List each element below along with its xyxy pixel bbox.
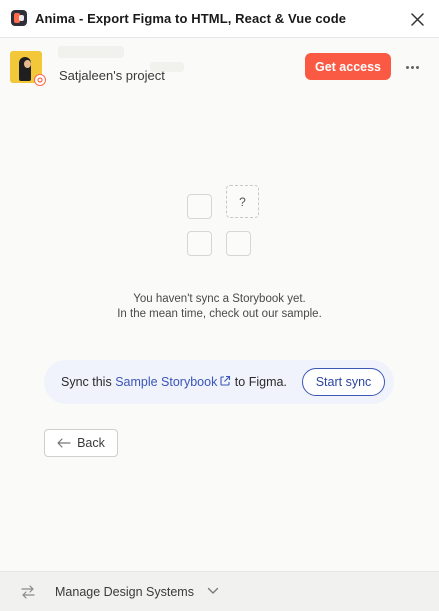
sync-text-prefix: Sync this [61, 375, 116, 389]
sync-text-suffix: to Figma. [231, 375, 287, 389]
settings-badge-icon [34, 74, 46, 86]
back-label: Back [77, 436, 105, 450]
empty-state-message: You haven't sync a Storybook yet. In the… [0, 292, 439, 322]
sample-storybook-link-label: Sample Storybook [115, 375, 218, 389]
empty-state-line-2: In the mean time, check out our sample. [117, 308, 322, 320]
close-button[interactable] [407, 9, 427, 29]
main-content: Satjaleen's project Get access ? You hav… [0, 38, 439, 571]
empty-box-bottom-right [226, 231, 251, 256]
question-mark-glyph: ? [239, 194, 246, 209]
project-header: Satjaleen's project Get access [0, 38, 439, 98]
anima-logo-icon [11, 10, 27, 26]
sample-storybook-link[interactable]: Sample Storybook [115, 375, 231, 389]
start-sync-button[interactable]: Start sync [302, 368, 385, 396]
external-link-icon [220, 375, 231, 386]
project-name: Satjaleen's project [59, 68, 165, 83]
close-icon [410, 12, 424, 26]
more-options-button[interactable] [403, 58, 421, 76]
sync-storybook-card: Sync this Sample Storybook to Figma. Sta… [44, 360, 394, 404]
footer-bar: Manage Design Systems [0, 571, 439, 611]
window-title: Anima - Export Figma to HTML, React & Vu… [35, 11, 347, 26]
more-horizontal-icon [405, 65, 419, 69]
arrow-left-icon [57, 438, 71, 448]
back-button[interactable]: Back [44, 429, 118, 457]
plugin-window: Anima - Export Figma to HTML, React & Vu… [0, 0, 439, 611]
sync-card-text: Sync this Sample Storybook to Figma. [61, 375, 287, 389]
empty-box-top-left [187, 194, 212, 219]
chevron-down-icon[interactable] [207, 587, 219, 595]
empty-box-bottom-left [187, 231, 212, 256]
empty-state-line-1: You haven't sync a Storybook yet. [133, 293, 306, 305]
empty-box-question: ? [226, 185, 259, 218]
swap-arrows-icon[interactable] [20, 585, 36, 599]
title-bar: Anima - Export Figma to HTML, React & Vu… [0, 0, 439, 38]
user-name-placeholder [58, 46, 124, 58]
get-access-button[interactable]: Get access [305, 53, 391, 80]
manage-design-systems-dropdown[interactable]: Manage Design Systems [55, 585, 194, 599]
